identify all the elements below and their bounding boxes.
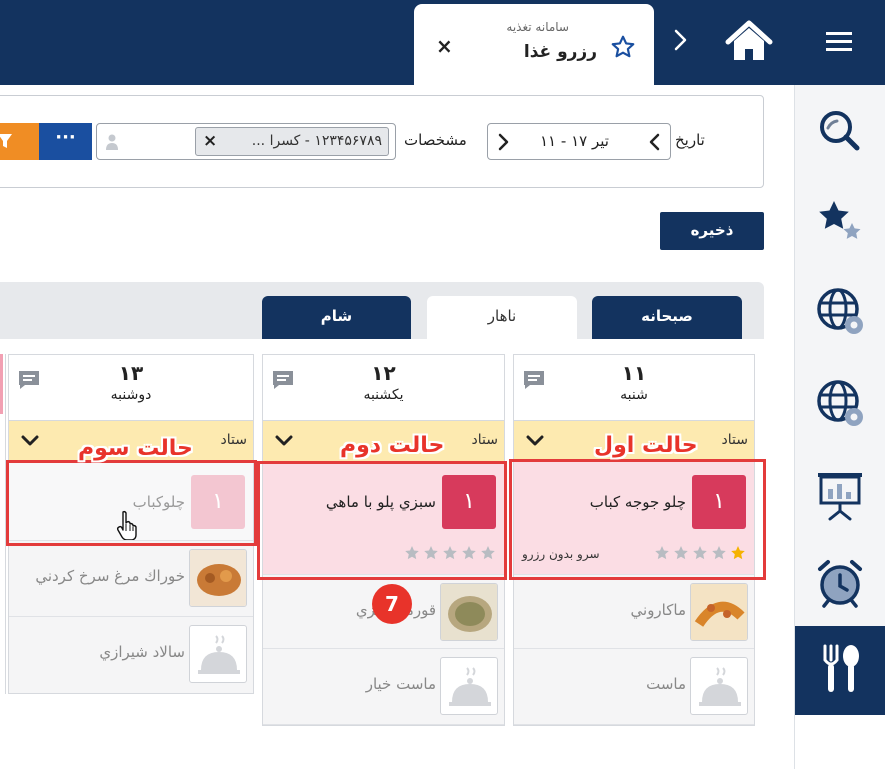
chevron-down-icon[interactable]	[21, 435, 39, 447]
remove-chip-icon[interactable]: ×	[203, 131, 217, 151]
date-picker[interactable]: تیر ۱۷ - ۱۱	[487, 123, 671, 160]
funnel-icon	[0, 134, 12, 148]
filter-action-button[interactable]	[0, 123, 39, 160]
person-chip[interactable]: ۱۲۳۴۵۶۷۸۹ - کسرا ... ×	[195, 127, 389, 156]
food-name: سالاد شيرازي	[99, 643, 185, 661]
day-number: ۱۱	[621, 361, 647, 385]
food-image	[440, 583, 498, 641]
message-icon[interactable]	[17, 369, 41, 391]
date-range-value: تیر ۱۷ - ۱۱	[540, 132, 609, 150]
chevron-down-icon[interactable]	[526, 435, 544, 447]
day-name: شنبه	[620, 387, 648, 403]
app-root: سامانه تغذیه رزرو غذا × تاریخ تیر ۱۷ - ۱…	[0, 0, 885, 769]
chevron-right-icon[interactable]	[496, 132, 510, 152]
globe-settings-icon[interactable]	[812, 375, 868, 431]
food-icon	[823, 644, 859, 692]
more-button[interactable]: ···	[39, 123, 92, 160]
annotation-state-1: حالت اول	[594, 433, 698, 458]
staff-label: ستاد	[471, 432, 498, 448]
message-icon[interactable]	[522, 369, 546, 391]
day-number: ۱۳	[118, 361, 144, 385]
favorites-icon[interactable]	[812, 193, 868, 249]
tab-app-name: سامانه تغذیه	[506, 20, 569, 34]
food-option-row[interactable]: ماكاروني	[514, 575, 754, 649]
day-name: دوشنبه	[110, 387, 152, 403]
sidebar-item-food-active[interactable]	[795, 626, 885, 715]
hand-cursor-icon	[116, 510, 137, 540]
staff-label: ستاد	[721, 432, 748, 448]
top-bar: سامانه تغذیه رزرو غذا ×	[0, 0, 885, 85]
food-name: ماكاروني	[630, 601, 686, 619]
chevron-down-icon[interactable]	[275, 435, 293, 447]
food-image	[189, 549, 247, 607]
close-icon[interactable]: ×	[436, 34, 453, 58]
tab-food-reservation[interactable]: سامانه تغذیه رزرو غذا ×	[414, 4, 654, 85]
person-chip-value: ۱۲۳۴۵۶۷۸۹ - کسرا ...	[251, 133, 382, 149]
food-name: ماست	[646, 675, 686, 693]
day-number: ۱۲	[371, 361, 396, 385]
tab-page-title: رزرو غذا	[523, 42, 597, 62]
food-name: خوراك مرغ سرخ كردني	[35, 567, 185, 585]
day-header: ۱۲ یکشنبه	[263, 355, 504, 421]
alarm-icon[interactable]	[812, 555, 868, 611]
search-icon[interactable]	[812, 103, 868, 159]
home-icon[interactable]	[724, 20, 774, 62]
chevron-left-icon[interactable]	[648, 132, 662, 152]
food-option-row[interactable]: سالاد شيرازي	[9, 617, 253, 693]
day-name: یکشنبه	[363, 387, 404, 403]
hamburger-menu-icon[interactable]	[826, 30, 852, 52]
star-icon[interactable]	[610, 34, 636, 60]
food-image	[690, 583, 748, 641]
presentation-icon[interactable]	[812, 467, 868, 523]
tab-lunch[interactable]: ناهار	[427, 296, 577, 339]
food-placeholder-icon	[189, 625, 247, 683]
highlight-state-2	[257, 461, 507, 580]
highlight-state-1	[509, 459, 766, 580]
food-option-row[interactable]: خوراك مرغ سرخ كردني	[9, 541, 253, 617]
previous-day-column-marker	[0, 354, 3, 414]
person-icon	[106, 134, 118, 150]
food-name: ماست خيار	[365, 675, 436, 693]
day-header: ۱۳ دوشنبه	[9, 355, 253, 421]
tab-breakfast[interactable]: صبحانه	[592, 296, 742, 339]
sidebar	[794, 85, 885, 769]
date-label: تاریخ	[675, 131, 705, 149]
annotation-state-2: حالت دوم	[340, 433, 445, 458]
annotation-state-3: حالت سوم	[78, 436, 193, 461]
food-placeholder-icon	[440, 657, 498, 715]
chevron-right-icon[interactable]	[670, 26, 690, 54]
day-header: ۱۱ شنبه	[514, 355, 754, 421]
sidebar-footer	[795, 715, 885, 769]
food-option-row[interactable]: ماست	[514, 649, 754, 725]
person-label: مشخصات	[404, 131, 467, 149]
person-select[interactable]: ۱۲۳۴۵۶۷۸۹ - کسرا ... ×	[96, 123, 396, 160]
message-icon[interactable]	[271, 369, 295, 391]
globe-settings-icon[interactable]	[812, 283, 868, 339]
food-option-row[interactable]: ماست خيار	[263, 649, 504, 725]
staff-label: ستاد	[220, 432, 247, 448]
step-badge: 7	[372, 584, 412, 624]
tab-dinner[interactable]: شام	[262, 296, 411, 339]
save-button[interactable]: ذخیره	[660, 212, 764, 250]
food-placeholder-icon	[690, 657, 748, 715]
